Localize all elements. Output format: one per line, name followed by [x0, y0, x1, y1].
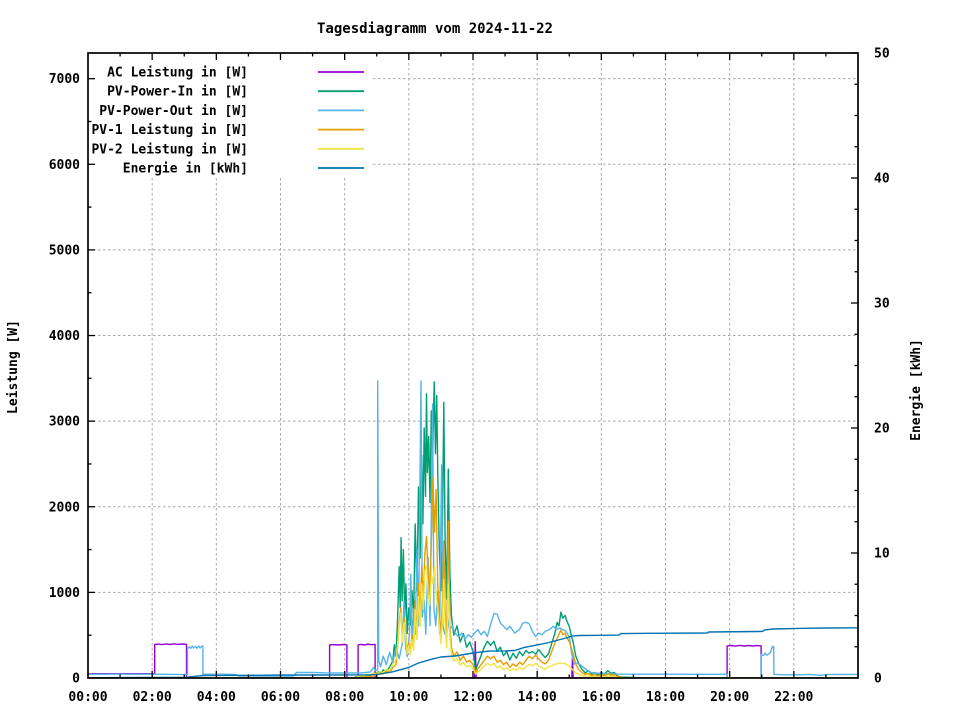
x-tick-label: 08:00	[325, 690, 364, 705]
y-left-tick-label: 6000	[49, 158, 80, 173]
legend-label: PV-2 Leistung in [W]	[91, 142, 248, 157]
x-tick-label: 20:00	[710, 690, 749, 705]
y-left-tick-label: 2000	[49, 500, 80, 515]
y-right-tick-label: 40	[874, 172, 890, 187]
x-tick-label: 06:00	[261, 690, 300, 705]
legend-label: AC Leistung in [W]	[107, 66, 248, 81]
y-left-tick-label: 5000	[49, 243, 80, 258]
y-left-tick-label: 7000	[49, 72, 80, 87]
tagesdiagramm-page: Tagesdiagramm vom 2024-11-22 Leistung [W…	[0, 0, 960, 720]
x-tick-label: 18:00	[646, 690, 685, 705]
legend-label: Energie in [kWh]	[123, 162, 248, 177]
legend-label: PV-Power-In in [W]	[107, 85, 248, 100]
x-tick-label: 14:00	[518, 690, 557, 705]
y-left-tick-label: 0	[72, 672, 80, 687]
chart-canvas: AC Leistung in [W] PV-Power-In in [W] PV-P…	[49, 47, 890, 706]
x-tick-label: 02:00	[133, 690, 172, 705]
x-tick-label: 12:00	[453, 690, 492, 705]
x-tick-label: 10:00	[389, 690, 428, 705]
legend: AC Leistung in [W] PV-Power-In in [W] PV-P…	[90, 56, 373, 178]
x-tick-label: 16:00	[582, 690, 621, 705]
x-tick-label: 22:00	[774, 690, 813, 705]
legend-label: PV-Power-Out in [W]	[99, 104, 248, 119]
y-left-tick-label: 3000	[49, 415, 80, 430]
y-right-tick-label: 10	[874, 547, 890, 562]
y-left-tick-label: 1000	[49, 586, 80, 601]
x-tick-label: 00:00	[68, 690, 107, 705]
y-right-tick-label: 50	[874, 47, 890, 62]
y-left-tick-label: 4000	[49, 329, 80, 344]
y-right-tick-label: 30	[874, 297, 890, 312]
y-right-tick-label: 0	[874, 672, 882, 687]
legend-label: PV-1 Leistung in [W]	[91, 123, 248, 138]
y-right-tick-label: 20	[874, 422, 890, 437]
x-tick-label: 04:00	[197, 690, 236, 705]
